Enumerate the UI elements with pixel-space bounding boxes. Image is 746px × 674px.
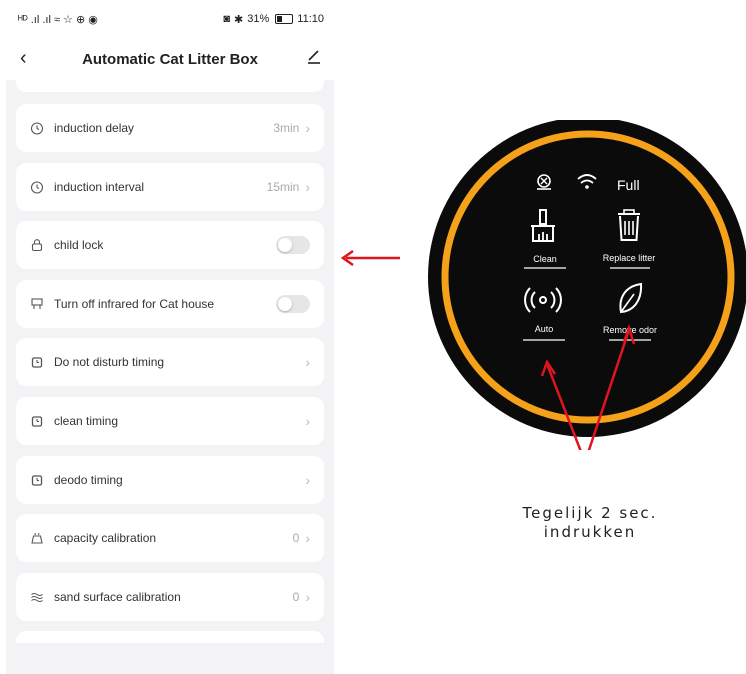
setting-label: Turn off infrared for Cat house bbox=[54, 296, 215, 311]
alarm-clock-icon bbox=[28, 471, 46, 489]
setting-value: 0 bbox=[292, 589, 300, 604]
app-header: ‹ Automatic Cat Litter Box bbox=[6, 38, 334, 80]
chevron-right-icon: › bbox=[305, 178, 310, 195]
previous-card-edge bbox=[16, 80, 324, 92]
setting-label: sand surface calibration bbox=[54, 589, 181, 604]
nfc-icon: ◙ bbox=[223, 13, 231, 25]
bluetooth-icon: ✱ bbox=[234, 13, 244, 26]
back-chevron-icon[interactable]: ‹ bbox=[20, 47, 27, 70]
battery-percent: 31% bbox=[247, 13, 270, 25]
cat-house-icon bbox=[28, 295, 46, 313]
setting-do-not-disturb[interactable]: Do not disturb timing › bbox=[16, 338, 324, 387]
chevron-right-icon: › bbox=[305, 412, 310, 429]
timer-icon bbox=[28, 119, 46, 137]
setting-label: induction interval bbox=[54, 179, 145, 194]
setting-label: Do not disturb timing bbox=[54, 355, 165, 370]
setting-induction-interval[interactable]: induction interval 15min › bbox=[16, 162, 324, 211]
chevron-right-icon: › bbox=[305, 471, 310, 488]
chevron-right-icon: › bbox=[305, 120, 310, 136]
caption-line-1: Tegelijk 2 sec. bbox=[522, 504, 658, 522]
signal-icons: ᴴᴰ .ıl .ıl ≈ ☆ ⊕ ◉ bbox=[18, 13, 98, 26]
setting-label: capacity calibration bbox=[54, 531, 157, 546]
instruction-caption: Tegelijk 2 sec. indrukken bbox=[470, 504, 710, 542]
setting-value: 0 bbox=[292, 531, 300, 546]
setting-label: child lock bbox=[54, 238, 104, 253]
chevron-right-icon: › bbox=[305, 530, 310, 547]
status-bar: ᴴᴰ .ıl .ıl ≈ ☆ ⊕ ◉ ◙ ✱ 31% 11:10 bbox=[6, 0, 334, 38]
next-card-edge bbox=[16, 631, 324, 644]
setting-label: deodo timing bbox=[54, 472, 123, 487]
wave-icon bbox=[28, 588, 46, 606]
setting-value: 3min bbox=[273, 121, 300, 135]
caption-line-2: indrukken bbox=[543, 523, 637, 541]
press-arrows-bottom bbox=[622, 324, 636, 345]
battery-icon bbox=[275, 14, 294, 24]
setting-deodo-timing[interactable]: deodo timing › bbox=[16, 455, 324, 504]
page-title: Automatic Cat Litter Box bbox=[82, 50, 258, 68]
setting-infrared-cat-house: Turn off infrared for Cat house bbox=[16, 279, 324, 328]
clock: 11:10 bbox=[297, 13, 324, 25]
settings-list: induction delay 3min › induction interva… bbox=[6, 80, 334, 644]
lock-icon bbox=[28, 236, 46, 254]
setting-label: induction delay bbox=[54, 121, 135, 135]
setting-sand-surface-calibration[interactable]: sand surface calibration 0 › bbox=[16, 572, 324, 621]
alarm-clock-icon bbox=[28, 412, 46, 430]
child-lock-toggle[interactable] bbox=[276, 236, 310, 255]
phone-screen: ᴴᴰ .ıl .ıl ≈ ☆ ⊕ ◉ ◙ ✱ 31% 11:10 ‹ Autom… bbox=[6, 0, 334, 674]
alarm-clock-icon bbox=[28, 353, 46, 371]
timer-icon bbox=[28, 178, 46, 196]
setting-value: 15min bbox=[266, 179, 300, 194]
setting-label: clean timing bbox=[54, 413, 119, 428]
setting-clean-timing[interactable]: clean timing › bbox=[16, 396, 324, 445]
setting-child-lock: child lock bbox=[16, 221, 324, 270]
chevron-right-icon: › bbox=[305, 354, 310, 371]
chevron-right-icon: › bbox=[305, 588, 310, 605]
infrared-toggle[interactable] bbox=[276, 294, 310, 313]
setting-induction-delay[interactable]: induction delay 3min › bbox=[16, 104, 324, 152]
edit-pencil-icon[interactable] bbox=[306, 48, 322, 69]
setting-capacity-calibration[interactable]: capacity calibration 0 › bbox=[16, 514, 324, 563]
arrow-left-icon bbox=[340, 249, 400, 267]
capacity-icon bbox=[28, 529, 46, 547]
